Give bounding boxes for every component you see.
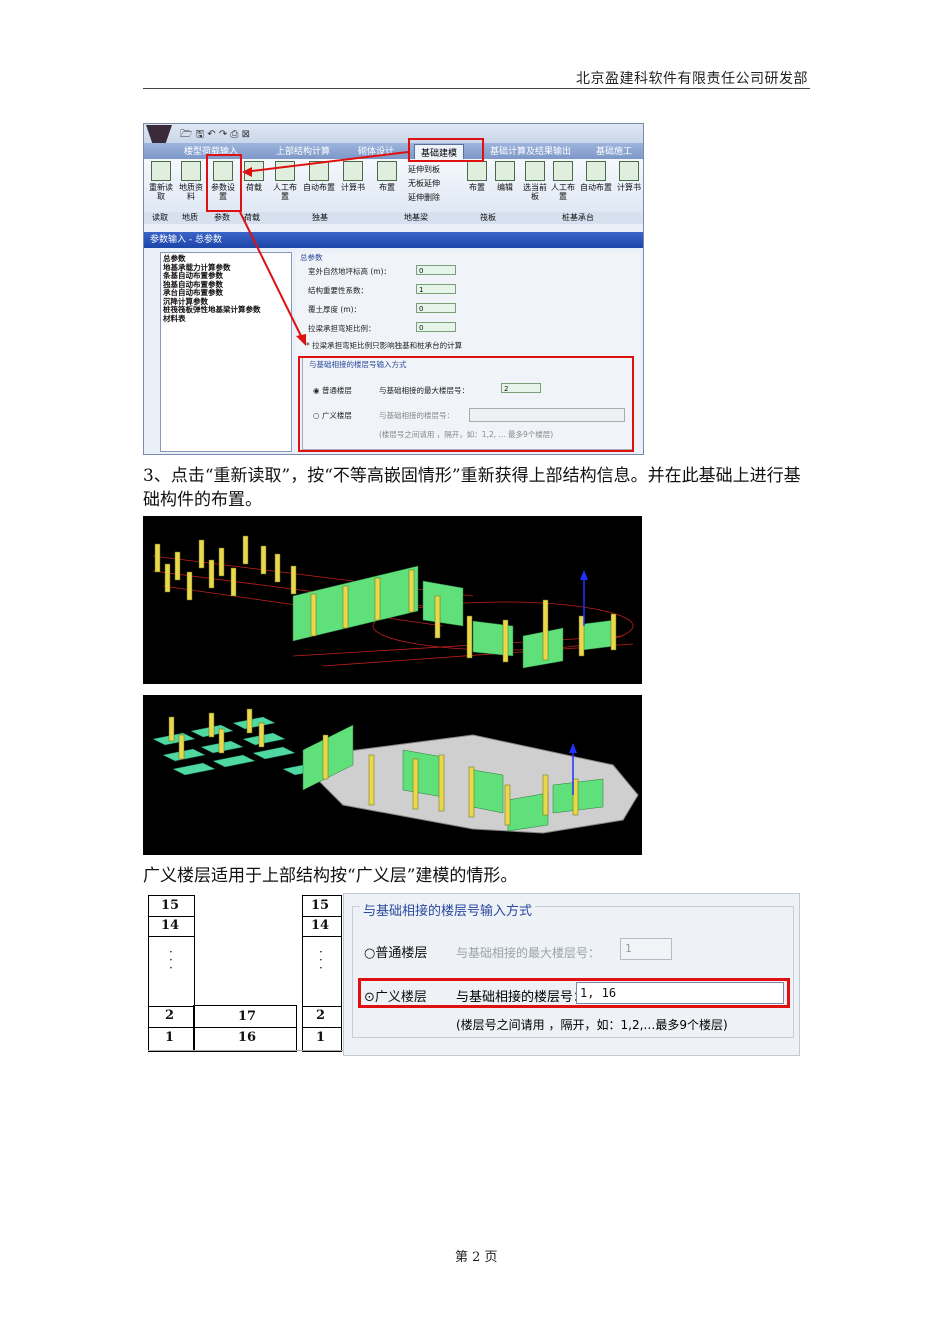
radio-general-floor[interactable]: ⊙广义楼层 [364,986,427,1005]
floor-label: 15 [161,898,180,913]
model-drawing-2 [152,708,639,834]
general-floor-hint: (楼层号之间请用 ，隔开，如：1,2,…最多9个楼层) [456,1018,728,1032]
red-arrows [239,151,409,346]
dialog-group-title: 与基础相接的楼层号输入方式 [360,900,536,919]
floor-label: 14 [311,918,330,933]
general-floor-label: 与基础相接的楼层号： [456,990,587,1005]
page-number: 第 2 页 [455,1250,498,1265]
floor-label: 2 [316,1008,326,1023]
header-company: 北京盈建科软件有限责任公司研发部 [576,71,808,87]
floor-column-left: 15 14 · · · 2 1 [148,895,195,1052]
paragraph-general-floor: 广义楼层适用于上部结构按“广义层”建模的情形。 [143,866,518,886]
floor-label: 1 [165,1030,175,1045]
floor-label: 14 [161,918,180,933]
floor-column-right: 15 14 · · · 2 1 [302,895,342,1052]
normal-floor-label: 与基础相接的最大楼层号： [456,946,601,960]
floor-label: 2 [165,1008,175,1023]
model-view-2 [143,695,642,855]
floor-label: 15 [311,898,330,913]
normal-floor-input[interactable]: 1 [620,938,672,960]
floor-column-middle: 17 16 [193,1005,297,1052]
header-rule [143,88,810,89]
floor-label: 1 [316,1030,326,1045]
floor-label: 16 [238,1030,257,1045]
software-screenshot: 🗁 🖫 ↶ ↷ ⎙ ⊠ 楼型荷载输入 上部结构计算 砌体设计 基础建模 基础计算… [143,123,644,455]
model-drawing-1 [152,535,634,669]
general-floor-input[interactable]: 1, 16 [576,982,784,1004]
figure-baseline [148,1050,343,1051]
floor-label: 17 [238,1009,257,1024]
floor-input-dialog: 与基础相接的楼层号输入方式 ○普通楼层 与基础相接的最大楼层号： 1 ⊙广义楼层… [343,893,800,1056]
paragraph-step3: 3、点击“重新读取”，按“不等高嵌固情形”重新获得上部结构信息。并在此基础上进行… [143,466,801,510]
model-view-1 [143,516,642,684]
radio-normal-floor[interactable]: ○普通楼层 [364,942,427,961]
